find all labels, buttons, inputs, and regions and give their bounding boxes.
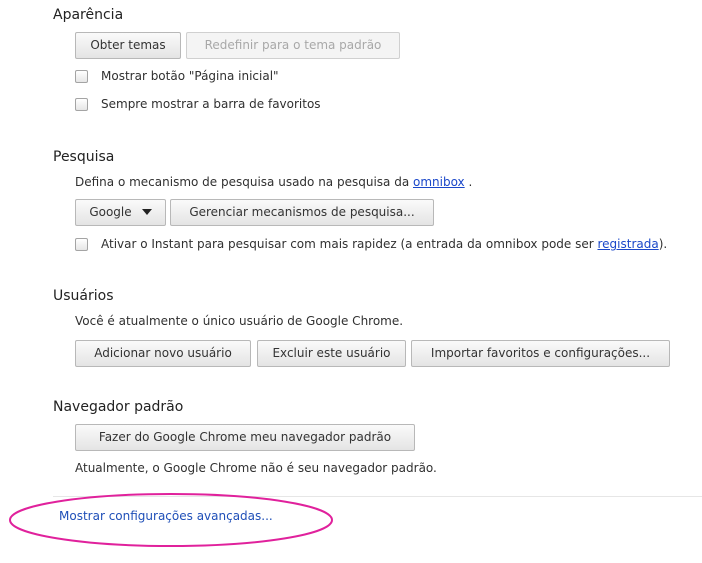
show-bookmarks-checkbox[interactable]: [75, 98, 88, 111]
registrada-link[interactable]: registrada: [597, 237, 658, 251]
search-engine-value: Google: [89, 205, 132, 219]
section-title-search: Pesquisa: [53, 149, 115, 165]
show-home-label: Mostrar botão "Página inicial": [101, 69, 279, 83]
get-themes-button[interactable]: Obter temas: [75, 32, 181, 59]
delete-user-button[interactable]: Excluir este usuário: [257, 340, 406, 367]
dropdown-arrow-icon: [141, 209, 152, 215]
show-bookmarks-label: Sempre mostrar a barra de favoritos: [101, 97, 321, 111]
instant-checkbox[interactable]: [75, 238, 88, 251]
instant-label-suffix: ).: [658, 237, 668, 251]
omnibox-link[interactable]: omnibox: [413, 175, 465, 189]
instant-label-text: Ativar o Instant para pesquisar com mais…: [101, 237, 598, 251]
section-title-users: Usuários: [53, 288, 114, 304]
search-description: Defina o mecanismo de pesquisa usado na …: [75, 175, 472, 189]
default-browser-status: Atualmente, o Google Chrome não é seu na…: [75, 461, 437, 475]
users-description: Você é atualmente o único usuário de Goo…: [75, 314, 404, 328]
search-engine-select[interactable]: Google: [75, 199, 166, 226]
search-description-text: Defina o mecanismo de pesquisa usado na …: [75, 175, 413, 189]
instant-label: Ativar o Instant para pesquisar com mais…: [101, 237, 667, 251]
search-description-suffix: .: [464, 175, 473, 189]
import-bookmarks-button[interactable]: Importar favoritos e configurações...: [411, 340, 670, 367]
manage-search-engines-button[interactable]: Gerenciar mecanismos de pesquisa...: [170, 199, 434, 226]
highlight-ellipse-annotation: [9, 493, 333, 547]
section-title-appearance: Aparência: [53, 7, 124, 23]
section-title-default-browser: Navegador padrão: [53, 399, 184, 415]
show-home-checkbox[interactable]: [75, 70, 88, 83]
make-default-browser-button[interactable]: Fazer do Google Chrome meu navegador pad…: [75, 424, 415, 451]
reset-theme-button[interactable]: Redefinir para o tema padrão: [186, 32, 400, 59]
add-user-button[interactable]: Adicionar novo usuário: [75, 340, 251, 367]
